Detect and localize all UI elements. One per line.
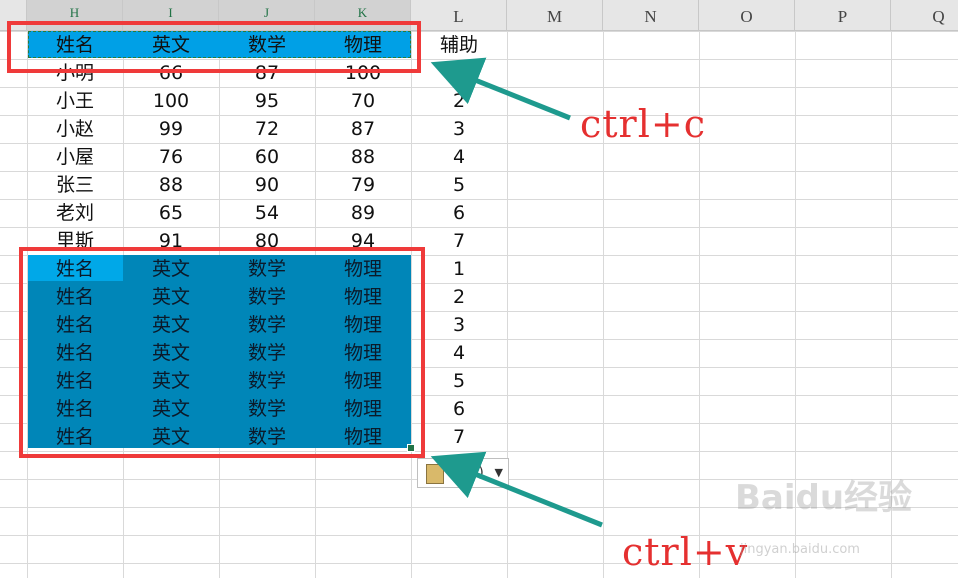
copy-arrow: [430, 57, 571, 121]
watermark-brand: Baidu经验: [735, 478, 913, 518]
ctrl-v-annotation: ctrl+v: [622, 530, 749, 574]
watermark-url: jingyan.baidu.com: [740, 542, 860, 557]
paste-arrow: [430, 451, 603, 528]
ctrl-c-annotation: ctrl+c: [580, 102, 706, 146]
